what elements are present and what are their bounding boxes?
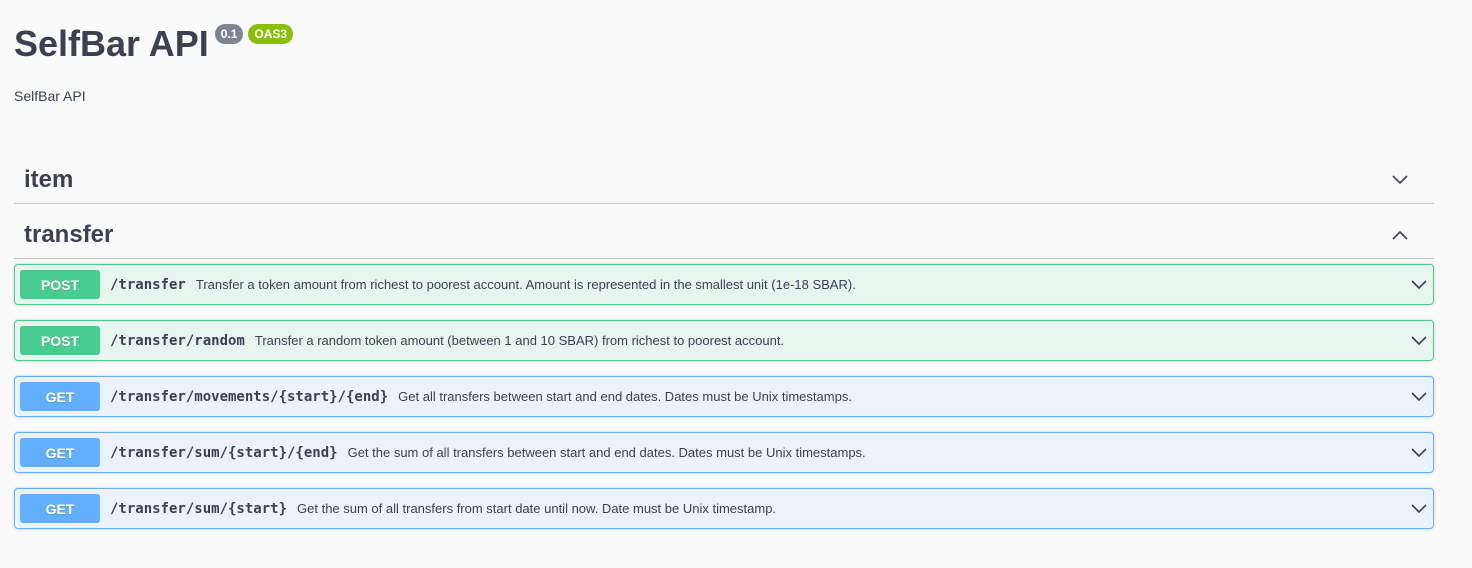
api-info: SelfBar API 0.1 OAS3: [14, 18, 294, 70]
chevron-down-icon[interactable]: [1409, 275, 1429, 295]
method-badge: POST: [20, 270, 100, 299]
operation-summary: Transfer a random token amount (between …: [254, 333, 785, 348]
chevron-down-icon[interactable]: [1409, 331, 1429, 351]
method-badge: GET: [20, 438, 100, 467]
chevron-down-icon[interactable]: [1390, 170, 1410, 190]
tag-name-transfer: transfer: [24, 221, 114, 248]
operation-post-transfer[interactable]: POST /transfer Transfer a token amount f…: [14, 264, 1434, 305]
operation-get-transfer-sum-start[interactable]: GET /transfer/sum/{start} Get the sum of…: [14, 488, 1434, 529]
chevron-down-icon[interactable]: [1409, 443, 1429, 463]
swagger-page: SelfBar API 0.1 OAS3 SelfBar API item tr…: [0, 0, 1472, 568]
chevron-down-icon[interactable]: [1409, 499, 1429, 519]
operation-summary: Get the sum of all transfers between sta…: [347, 445, 866, 460]
operation-path: /transfer/sum/{start}/{end}: [110, 444, 338, 461]
operation-summary: Get all transfers between start and end …: [398, 389, 852, 404]
operation-summary: Transfer a token amount from richest to …: [195, 277, 856, 292]
oas-badge: OAS3: [248, 24, 294, 44]
title-row: SelfBar API 0.1 OAS3: [14, 18, 294, 70]
operation-path: /transfer/random: [110, 332, 245, 349]
operation-path: /transfer: [110, 276, 186, 293]
tag-transfer[interactable]: transfer: [14, 212, 1434, 259]
chevron-up-icon[interactable]: [1390, 225, 1410, 245]
method-badge: GET: [20, 382, 100, 411]
operation-summary: Get the sum of all transfers from start …: [297, 501, 777, 516]
chevron-down-icon[interactable]: [1409, 387, 1429, 407]
api-description: SelfBar API: [14, 88, 86, 104]
version-badge: 0.1: [214, 24, 244, 44]
operation-path: /transfer/movements/{start}/{end}: [110, 388, 389, 405]
badges: 0.1 OAS3: [214, 24, 294, 44]
operation-post-transfer-random[interactable]: POST /transfer/random Transfer a random …: [14, 320, 1434, 361]
tag-name-item: item: [24, 166, 74, 193]
operation-get-transfer-sum-range[interactable]: GET /transfer/sum/{start}/{end} Get the …: [14, 432, 1434, 473]
tag-item[interactable]: item: [14, 157, 1434, 204]
operation-get-transfer-movements[interactable]: GET /transfer/movements/{start}/{end} Ge…: [14, 376, 1434, 417]
operation-path: /transfer/sum/{start}: [110, 500, 288, 517]
method-badge: POST: [20, 326, 100, 355]
method-badge: GET: [20, 494, 100, 523]
page-title: SelfBar API: [14, 23, 209, 64]
